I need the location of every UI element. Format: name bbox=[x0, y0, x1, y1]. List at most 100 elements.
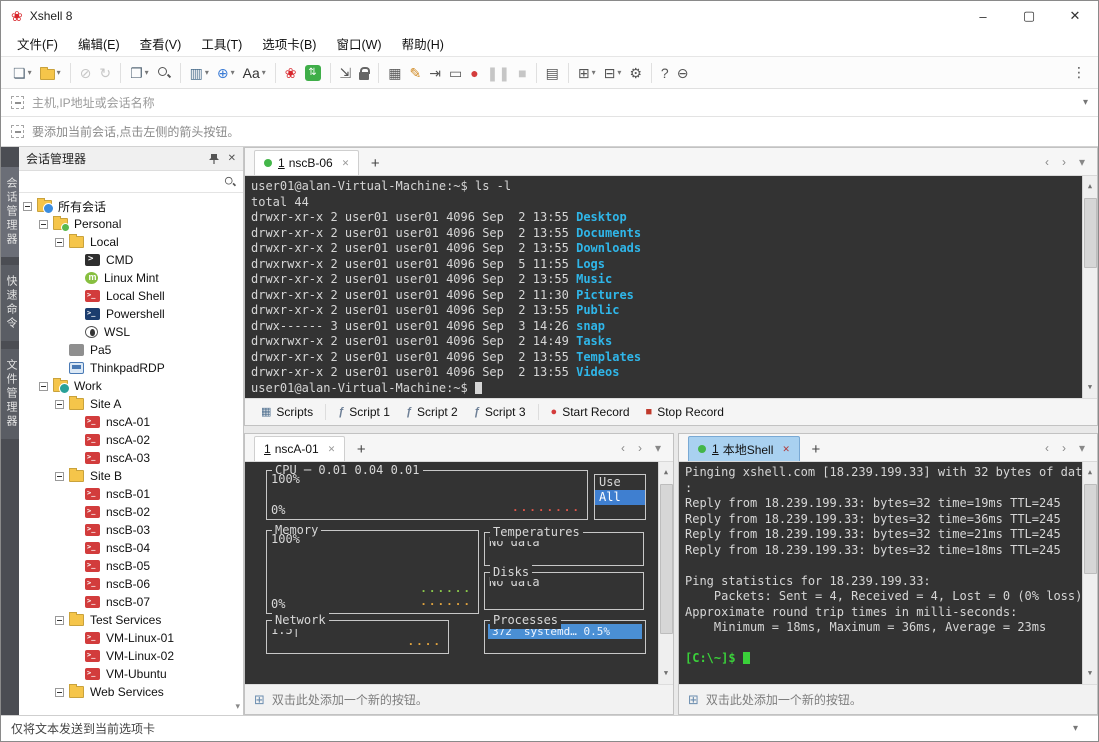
tree-node[interactable]: nscB-03 bbox=[19, 521, 243, 539]
tree-node[interactable]: nscB-07 bbox=[19, 593, 243, 611]
tab-nscA-01[interactable]: 1 nscA-01 ✕ bbox=[254, 436, 346, 461]
new-tab-button[interactable]: + bbox=[805, 437, 827, 461]
start-record-button[interactable]: ● Start Record bbox=[543, 402, 638, 422]
tab-menu-icon[interactable]: ▾ bbox=[1079, 156, 1085, 168]
tab-scroll-right-icon[interactable]: › bbox=[1062, 442, 1066, 454]
tree-scroll-down-icon[interactable]: ▾ bbox=[235, 701, 240, 712]
tree-node[interactable]: nscB-01 bbox=[19, 485, 243, 503]
scroll-up-icon[interactable]: ▲ bbox=[1088, 462, 1092, 484]
tree-node[interactable]: Local Shell bbox=[19, 287, 243, 305]
system-monitor-terminal[interactable]: CPU ─ 0.01 0.04 0.01 100% 0% ········ Us… bbox=[245, 462, 658, 684]
menu-item[interactable]: 选项卡(B) bbox=[252, 34, 326, 53]
log-notes-icon[interactable]: ▤ bbox=[542, 62, 563, 84]
session-search-bar[interactable] bbox=[19, 171, 243, 193]
open-session-icon[interactable]: ▾ bbox=[36, 63, 65, 83]
tree-node[interactable]: 所有会话 bbox=[19, 197, 243, 215]
tree-node[interactable]: nscB-04 bbox=[19, 539, 243, 557]
local-shell-content[interactable]: Pinging xshell.com [18.239.199.33] with … bbox=[679, 462, 1082, 684]
tree-node[interactable]: VM-Ubuntu bbox=[19, 665, 243, 683]
host-address-input[interactable] bbox=[32, 95, 1073, 110]
status-dropdown-icon[interactable]: ▾ bbox=[1063, 723, 1088, 734]
expander-icon[interactable] bbox=[55, 399, 64, 409]
tree-node[interactable]: Linux Mint bbox=[19, 269, 243, 287]
panel-close-icon[interactable]: ✕ bbox=[228, 153, 236, 164]
cpu-use-selector[interactable]: Use All bbox=[594, 474, 646, 520]
terminal-scrollbar[interactable]: ▲ ▼ bbox=[1082, 462, 1097, 684]
stop-record-icon[interactable]: ■ bbox=[514, 62, 530, 84]
tree-node[interactable]: Pa5 bbox=[19, 341, 243, 359]
tree-node[interactable]: nscB-05 bbox=[19, 557, 243, 575]
quick-button-bar[interactable]: ⊞ 双击此处添加一个新的按钮。 bbox=[245, 684, 673, 714]
dock-tab[interactable]: 文件管理器 bbox=[1, 349, 19, 439]
tab-scroll-left-icon[interactable]: ‹ bbox=[621, 442, 625, 454]
font-size-icon[interactable]: Aa ▾ bbox=[239, 62, 270, 84]
disconnect-icon[interactable]: ⊘ bbox=[76, 62, 96, 84]
terminal-list-icon[interactable]: ▥ ▾ bbox=[186, 62, 213, 84]
expander-icon[interactable] bbox=[55, 615, 64, 625]
terminal-scrollbar[interactable]: ▲ ▼ bbox=[1082, 176, 1097, 398]
pane-splitter[interactable] bbox=[244, 426, 1098, 433]
stop-record-button[interactable]: ■ Stop Record bbox=[638, 402, 732, 422]
tab-scroll-right-icon[interactable]: › bbox=[638, 442, 642, 454]
scroll-down-icon[interactable]: ▼ bbox=[664, 663, 668, 685]
tree-node[interactable]: nscB-06 bbox=[19, 575, 243, 593]
tab-nscB-06[interactable]: 1 nscB-06 ✕ bbox=[254, 150, 360, 175]
zoom-clock-icon[interactable]: ⊖ bbox=[673, 62, 693, 84]
close-button[interactable]: ✕ bbox=[1052, 1, 1098, 31]
xshell-brand-icon[interactable]: ❀ bbox=[281, 62, 301, 84]
fullscreen-icon[interactable]: ⇲ bbox=[336, 62, 356, 84]
menu-item[interactable]: 工具(T) bbox=[191, 34, 252, 53]
scroll-down-icon[interactable]: ▼ bbox=[1088, 377, 1092, 399]
scroll-down-icon[interactable]: ▼ bbox=[1088, 663, 1092, 685]
tab-close-icon[interactable]: ✕ bbox=[782, 444, 790, 455]
add-session-arrow-icon[interactable] bbox=[11, 125, 24, 138]
compose-bar-icon[interactable]: ▭ bbox=[445, 62, 466, 84]
dock-tab[interactable]: 会话管理器 bbox=[1, 167, 19, 257]
search-icon[interactable] bbox=[224, 176, 236, 188]
xftp-transfer-icon[interactable]: ⇅ bbox=[301, 62, 325, 84]
tab-scroll-left-icon[interactable]: ‹ bbox=[1045, 442, 1049, 454]
expander-icon[interactable] bbox=[23, 201, 32, 211]
maximize-button[interactable]: ▢ bbox=[1006, 1, 1052, 31]
tab-scroll-left-icon[interactable]: ‹ bbox=[1045, 156, 1049, 168]
settings-gear-icon[interactable]: ⚙ bbox=[625, 62, 646, 84]
scrollbar-thumb[interactable] bbox=[1083, 197, 1097, 268]
scroll-up-icon[interactable]: ▲ bbox=[1088, 176, 1092, 198]
record-icon[interactable]: ● bbox=[466, 62, 482, 84]
tree-node[interactable]: VM-Linux-01 bbox=[19, 629, 243, 647]
expander-icon[interactable] bbox=[55, 687, 64, 697]
minimize-button[interactable]: – bbox=[960, 1, 1006, 31]
send-text-icon[interactable]: ⇥ bbox=[425, 62, 445, 84]
tree-node[interactable]: Test Services bbox=[19, 611, 243, 629]
top-terminal-content[interactable]: user01@alan-Virtual-Machine:~$ ls -l tota… bbox=[245, 176, 1082, 398]
tree-node[interactable]: nscA-03 bbox=[19, 449, 243, 467]
script-3-button[interactable]: ƒ Script 3 bbox=[466, 402, 534, 422]
menu-item[interactable]: 编辑(E) bbox=[68, 34, 130, 53]
tree-node[interactable]: Powershell bbox=[19, 305, 243, 323]
tree-node[interactable]: CMD bbox=[19, 251, 243, 269]
tree-node[interactable]: Work bbox=[19, 377, 243, 395]
tree-node[interactable]: VM-Linux-02 bbox=[19, 647, 243, 665]
address-dropdown-icon[interactable]: ▾ bbox=[1073, 97, 1098, 108]
new-tab-button[interactable]: + bbox=[364, 151, 386, 175]
new-tab-button[interactable]: + bbox=[350, 437, 372, 461]
pause-record-icon[interactable]: ❚❚ bbox=[483, 62, 514, 84]
tree-node[interactable]: Web Services bbox=[19, 683, 243, 701]
tab-local-shell[interactable]: 1 本地Shell ✕ bbox=[688, 436, 800, 461]
scripts-menu-button[interactable]: ▦ Scripts bbox=[253, 402, 321, 422]
expander-icon[interactable] bbox=[55, 471, 64, 481]
menu-item[interactable]: 文件(F) bbox=[7, 34, 68, 53]
menu-item[interactable]: 帮助(H) bbox=[392, 34, 454, 53]
tree-node[interactable]: Site A bbox=[19, 395, 243, 413]
new-tile-icon[interactable]: ⊞ ▾ bbox=[574, 62, 600, 84]
tree-node[interactable]: nscA-01 bbox=[19, 413, 243, 431]
tree-node[interactable]: Local bbox=[19, 233, 243, 251]
script-2-button[interactable]: ƒ Script 2 bbox=[398, 402, 466, 422]
tree-node[interactable]: WSL bbox=[19, 323, 243, 341]
tree-node[interactable]: Personal bbox=[19, 215, 243, 233]
tree-node[interactable]: nscB-02 bbox=[19, 503, 243, 521]
toolbar-overflow-icon[interactable]: ⋮ bbox=[1068, 64, 1090, 81]
find-icon[interactable] bbox=[153, 63, 175, 83]
expander-icon[interactable] bbox=[55, 237, 64, 247]
highlighter-pen-icon[interactable]: ✎ bbox=[405, 62, 425, 84]
